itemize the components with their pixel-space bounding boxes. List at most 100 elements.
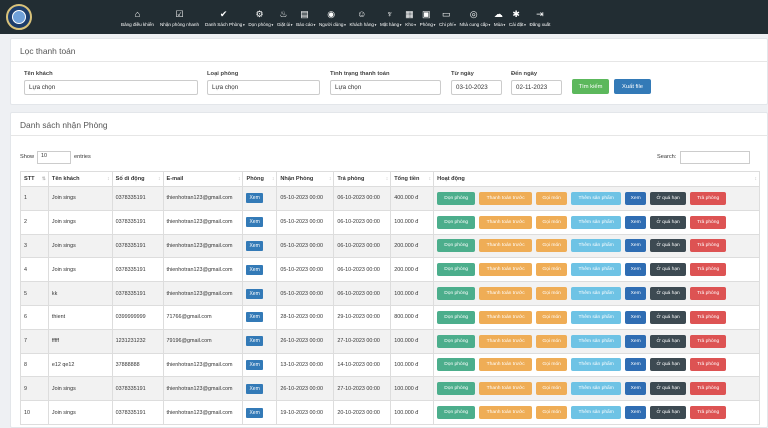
nav-item-14[interactable]: ✱ Cài đặt ▼ [506,0,527,34]
view-room-button[interactable]: Xem [246,288,263,299]
view-room-button[interactable]: Xem [246,359,263,370]
view-room-button[interactable]: Xem [246,383,263,394]
column-header[interactable]: STT ⇅ [20,171,49,187]
view-button[interactable]: Xem [625,310,647,324]
nav-item-9[interactable]: ▦ Kho ▼ [402,0,417,34]
order-food-button[interactable]: Gọi món [536,310,568,324]
clean-room-button[interactable]: Dọn phòng [437,239,476,253]
order-food-button[interactable]: Gọi món [536,406,568,420]
column-header[interactable]: Tên khách ↕ [47,171,113,187]
view-room-button[interactable]: Xem [246,193,263,204]
column-header[interactable]: Phòng ↕ [242,171,278,187]
nav-item-10[interactable]: ▣ Phòng ▼ [417,0,436,34]
column-header[interactable]: Hoạt động ↕ [433,171,760,187]
view-button[interactable]: Xem [625,382,647,396]
add-product-button[interactable]: Thêm sản phẩm [571,263,622,277]
nav-item-8[interactable]: ♆ Mặt hàng ▼ [377,0,402,34]
add-product-button[interactable]: Thêm sản phẩm [571,406,622,420]
add-product-button[interactable]: Thêm sản phẩm [571,358,622,372]
nav-item-2[interactable]: ✔ Danh Sách Phòng ▼ [202,0,245,34]
prepay-button[interactable]: Thanh toán trước [479,215,533,229]
nav-item-0[interactable]: ⌂ Bảng điều khiển [118,0,157,34]
entries-select[interactable]: 10 [37,151,71,164]
clean-room-button[interactable]: Dọn phòng [437,406,476,420]
order-food-button[interactable]: Gọi món [536,191,568,205]
overdue-button[interactable]: Ở quá hạn [650,239,687,253]
clean-room-button[interactable]: Dọn phòng [437,287,476,301]
view-button[interactable]: Xem [625,191,647,205]
prepay-button[interactable]: Thanh toán trước [479,406,533,420]
checkout-button[interactable]: Trả phòng [690,263,727,277]
checkout-button[interactable]: Trả phòng [690,191,727,205]
hotel-logo[interactable] [6,4,32,30]
view-room-button[interactable]: Xem [246,336,263,347]
checkout-button[interactable]: Trả phòng [690,287,727,301]
nav-item-13[interactable]: ☁ Mùa ▼ [491,0,506,34]
order-food-button[interactable]: Gọi món [536,287,568,301]
nav-item-5[interactable]: ▤ Báo cáo ▼ [293,0,316,34]
roomtype-select[interactable]: Lựa chọn [207,80,320,95]
checkout-button[interactable]: Trả phòng [690,215,727,229]
clean-room-button[interactable]: Dọn phòng [437,191,476,205]
nav-item-11[interactable]: ▭ Chi phí ▼ [436,0,457,34]
column-header[interactable]: Tổng tiền ↕ [390,171,435,187]
prepay-button[interactable]: Thanh toán trước [479,334,533,348]
view-button[interactable]: Xem [625,406,647,420]
order-food-button[interactable]: Gọi món [536,239,568,253]
view-room-button[interactable]: Xem [246,217,263,228]
order-food-button[interactable]: Gọi món [536,382,568,396]
overdue-button[interactable]: Ở quá hạn [650,310,687,324]
view-room-button[interactable]: Xem [246,312,263,323]
view-button[interactable]: Xem [625,239,647,253]
prepay-button[interactable]: Thanh toán trước [479,310,533,324]
add-product-button[interactable]: Thêm sản phẩm [571,239,622,253]
nav-item-15[interactable]: ⇥ Đăng xuất [526,0,553,34]
order-food-button[interactable]: Gọi món [536,215,568,229]
view-button[interactable]: Xem [625,215,647,229]
add-product-button[interactable]: Thêm sản phẩm [571,287,622,301]
add-product-button[interactable]: Thêm sản phẩm [571,310,622,324]
overdue-button[interactable]: Ở quá hạn [650,191,687,205]
order-food-button[interactable]: Gọi món [536,358,568,372]
overdue-button[interactable]: Ở quá hạn [650,334,687,348]
payment-status-select[interactable]: Lựa chọn [330,80,441,95]
column-header[interactable]: E-mail ↕ [162,171,244,187]
checkout-button[interactable]: Trả phòng [690,334,727,348]
prepay-button[interactable]: Thanh toán trước [479,382,533,396]
nav-item-7[interactable]: ☺ Khách hàng ▼ [346,0,377,34]
clean-room-button[interactable]: Dọn phòng [437,334,476,348]
view-room-button[interactable]: Xem [246,240,263,251]
overdue-button[interactable]: Ở quá hạn [650,406,687,420]
checkout-button[interactable]: Trả phòng [690,406,727,420]
nav-item-3[interactable]: ⚙ Dọn phòng ▼ [245,0,273,34]
export-button[interactable]: Xuất file [614,79,651,94]
clean-room-button[interactable]: Dọn phòng [437,310,476,324]
clean-room-button[interactable]: Dọn phòng [437,215,476,229]
overdue-button[interactable]: Ở quá hạn [650,263,687,277]
search-button[interactable]: Tìm kiếm [572,79,609,94]
column-header[interactable]: Nhận Phòng ↕ [276,171,335,187]
view-room-button[interactable]: Xem [246,407,263,418]
prepay-button[interactable]: Thanh toán trước [479,191,533,205]
checkout-button[interactable]: Trả phòng [690,358,727,372]
column-header[interactable]: Trả phòng ↕ [333,171,392,187]
prepay-button[interactable]: Thanh toán trước [479,263,533,277]
nav-item-12[interactable]: ◎ Nhà cung cấp ▼ [457,0,491,34]
nav-item-1[interactable]: ☑ Nhận phòng nhanh [157,0,202,34]
overdue-button[interactable]: Ở quá hạn [650,358,687,372]
view-button[interactable]: Xem [625,334,647,348]
order-food-button[interactable]: Gọi món [536,263,568,277]
view-button[interactable]: Xem [625,263,647,277]
column-header[interactable]: Số di động ↕ [111,171,164,187]
add-product-button[interactable]: Thêm sản phẩm [571,191,622,205]
customer-select[interactable]: Lựa chọn [24,80,198,95]
checkout-button[interactable]: Trả phòng [690,310,727,324]
clean-room-button[interactable]: Dọn phòng [437,358,476,372]
prepay-button[interactable]: Thanh toán trước [479,239,533,253]
checkout-button[interactable]: Trả phòng [690,382,727,396]
overdue-button[interactable]: Ở quá hạn [650,287,687,301]
order-food-button[interactable]: Gọi món [536,334,568,348]
overdue-button[interactable]: Ở quá hạn [650,382,687,396]
overdue-button[interactable]: Ở quá hạn [650,215,687,229]
prepay-button[interactable]: Thanh toán trước [479,358,533,372]
